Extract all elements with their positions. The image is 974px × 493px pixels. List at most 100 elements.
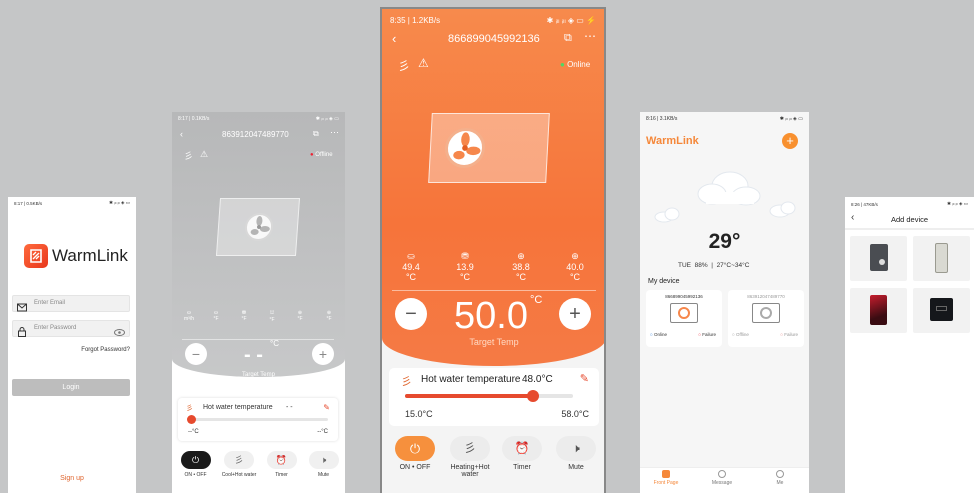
alarm-clock-icon[interactable]: ⏰ [502, 436, 542, 461]
tab-label: Front Page [653, 480, 679, 486]
signup-link[interactable]: Sign up [8, 475, 136, 482]
device-thumbnail [935, 243, 948, 273]
hw-slider-fill [405, 394, 533, 398]
temp-unit: °C [270, 339, 279, 348]
weather-temp: 29° [708, 230, 741, 253]
back-icon[interactable]: ‹ [180, 129, 183, 139]
reading-unit: °C [569, 272, 581, 282]
password-placeholder: Enter Password [34, 325, 77, 331]
status-bar: 8:26 | 47KB/s ✱ ᵢₗₗ ᵢₗₗ ◈ ▭ [845, 197, 974, 211]
increase-button[interactable]: + [312, 343, 334, 365]
reading-unit: °F [269, 317, 275, 323]
mode-icon[interactable]: ⼺ [224, 451, 254, 469]
decrease-button[interactable]: − [185, 343, 207, 365]
tab-me[interactable]: Me [760, 470, 800, 486]
divider [182, 339, 334, 340]
alarm-clock-icon[interactable]: ⏰ [266, 451, 297, 469]
reading-unit: m³/h [184, 316, 194, 322]
hw-slider-track[interactable] [405, 390, 573, 402]
offline-status: ● Offline [310, 152, 333, 158]
mode-control[interactable]: ⼺ Heating+Hot water [442, 436, 498, 478]
reading-unit: °C [515, 272, 527, 282]
mute-control[interactable]: 🕨 Mute [306, 451, 341, 478]
mode-control[interactable]: ⼺ Cool+Hot water [219, 451, 259, 478]
cloud-icon [654, 171, 796, 223]
target-temp-value: 50.0 [454, 295, 528, 337]
login-button[interactable]: Login [12, 379, 130, 396]
status-time: 8:26 | 47KB/s [851, 201, 878, 207]
hw-slider-track[interactable] [190, 418, 328, 421]
hw-value: - - [286, 404, 293, 411]
target-temp-label: Target Temp [469, 337, 519, 347]
status-bar: 8:17 | 0.1KB/s ✱ ᵢₗₗ ᵢₗₗ ◈ ▭ [172, 112, 345, 126]
power-control[interactable]: ⏻ ON • OFF [178, 451, 213, 478]
device-option[interactable] [913, 236, 970, 281]
mute-control[interactable]: 🕨 Mute [550, 436, 602, 471]
device-thumbnail [870, 244, 888, 271]
weather-range: 27°C~34°C [716, 262, 750, 269]
hw-slider-thumb[interactable] [187, 415, 196, 424]
warning-icon[interactable]: ⚠ [200, 149, 208, 160]
increase-button[interactable]: + [559, 298, 591, 330]
device-option[interactable] [913, 288, 970, 333]
timer-label: Timer [513, 464, 531, 471]
page-title: Add device [890, 215, 929, 224]
app-name: WarmLink [646, 135, 699, 147]
timer-control[interactable]: ⏰ Timer [264, 451, 299, 478]
password-field[interactable]: Enter Password [12, 320, 130, 337]
reading-icon: ⛃ [461, 251, 469, 261]
reading-value: 13.9 [456, 262, 474, 272]
power-icon[interactable]: ⏻ [180, 451, 211, 469]
mute-icon[interactable]: 🕨 [308, 451, 339, 469]
power-icon[interactable]: ⏻ [395, 436, 435, 461]
edit-icon[interactable]: ✎ [323, 403, 330, 412]
back-icon[interactable]: ‹ [392, 31, 396, 46]
add-device-button[interactable]: + [782, 133, 798, 149]
email-field[interactable]: Enter Email [12, 295, 130, 312]
tab-label: Me [776, 480, 784, 486]
tab-front-page[interactable]: Front Page [646, 470, 686, 486]
reading-icon: ⊕ [571, 251, 579, 261]
status-time: 8:35 | 1.2KB/s [390, 15, 441, 25]
timer-label: Timer [275, 472, 288, 478]
timer-control[interactable]: ⏰ Timer [496, 436, 548, 471]
hw-slider-thumb[interactable] [526, 390, 539, 402]
device-option[interactable] [850, 288, 907, 333]
decrease-button[interactable]: − [395, 298, 427, 330]
fan-icon [443, 128, 487, 168]
device-id: 863912047489770 [222, 130, 289, 139]
reading-icon: ⛀ [407, 251, 415, 261]
status-icons: ✱ ᵢₗₗ ᵢₗₗ ◈ ▭ [315, 116, 339, 122]
warmlink-logo [24, 244, 48, 268]
reading-unit: °F [326, 316, 332, 322]
device-card[interactable]: 866899045992136 ○ Online ○ Failure [646, 290, 722, 347]
more-icon[interactable]: ⋯ [330, 127, 339, 138]
tab-message[interactable]: Message [702, 470, 742, 486]
device-offline-label: Offline [735, 332, 749, 337]
power-label: ON • OFF [184, 472, 207, 478]
device-option[interactable] [850, 236, 907, 281]
online-device-screen: 8:35 | 1.2KB/s ✱ ᵢₗₗ ᵢₗₗ ◈ ▭ ⚡ ‹ 8668990… [380, 7, 606, 493]
status-bar: 8:35 | 1.2KB/s ✱ ᵢₗₗ ᵢₗₗ ◈ ▭ ⚡ [382, 9, 604, 31]
mail-icon [17, 299, 27, 317]
device-card[interactable]: 863912047489770 ○ Offline ○ Failure [728, 290, 804, 347]
power-control[interactable]: ⏻ ON • OFF [389, 436, 441, 471]
hw-min: 15.0°C [405, 409, 433, 419]
hot-water-card: ⼺ Hot water temperature 48.0°C ✎ 15.0°C … [389, 368, 599, 426]
eye-icon[interactable] [114, 324, 125, 342]
mute-icon[interactable]: 🕨 [556, 436, 596, 461]
more-icon[interactable]: ⋯ [584, 29, 596, 43]
mute-label: Mute [568, 464, 584, 471]
tab-label: Message [711, 480, 733, 486]
edit-icon[interactable]: ⧉ [564, 32, 572, 45]
mode-icon[interactable]: ⼺ [450, 436, 490, 461]
edit-icon[interactable]: ✎ [580, 372, 589, 385]
device-online: ○ Online [650, 332, 667, 337]
heater-icon: ⼺ [401, 376, 412, 388]
forgot-password-link[interactable]: Forgot Password? [81, 347, 130, 353]
warning-icon[interactable]: ⚠ [418, 56, 429, 70]
home-icon [662, 470, 670, 478]
weather-day: TUE [678, 262, 691, 269]
edit-icon[interactable]: ⧉ [313, 129, 319, 139]
lock-icon [18, 324, 26, 342]
